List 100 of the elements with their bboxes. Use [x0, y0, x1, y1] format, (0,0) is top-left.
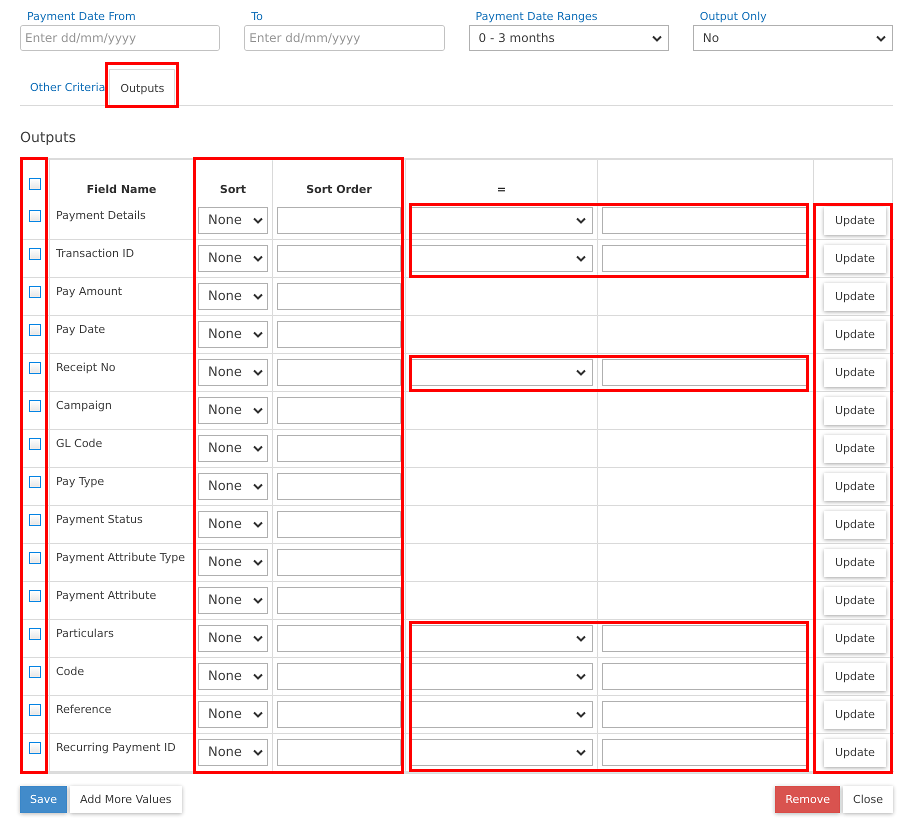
- section-title: Outputs: [20, 130, 77, 146]
- sort-select[interactable]: None: [198, 739, 268, 766]
- sort-select[interactable]: None: [198, 701, 268, 728]
- sort-order-field[interactable]: [277, 625, 401, 652]
- field-label: Payment Date From: [26, 9, 137, 25]
- action-button[interactable]: Add More Values: [70, 786, 182, 813]
- filter-value-field[interactable]: [602, 625, 809, 652]
- tab[interactable]: Outputs: [109, 69, 176, 106]
- date-field[interactable]: Enter dd/mm/yyyy: [244, 25, 444, 51]
- dropdown[interactable]: 0 - 3 months: [468, 25, 669, 51]
- filter-select[interactable]: [410, 245, 593, 272]
- row-checkbox[interactable]: [29, 248, 41, 260]
- sort-order-field[interactable]: [277, 359, 401, 386]
- filter-select[interactable]: [410, 663, 593, 690]
- column-header: Sort: [220, 183, 246, 196]
- update-button[interactable]: Update: [824, 548, 886, 576]
- sort-order-field[interactable]: [277, 245, 401, 272]
- filter-select[interactable]: [410, 207, 593, 234]
- row-checkbox[interactable]: [29, 628, 41, 640]
- chevron-icon: [253, 445, 263, 452]
- sort-select[interactable]: None: [198, 511, 268, 538]
- update-button[interactable]: Update: [824, 244, 886, 272]
- field-name: Pay Type: [56, 475, 104, 488]
- sort-order-field[interactable]: [277, 283, 401, 310]
- sort-order-field[interactable]: [277, 435, 401, 462]
- chevron-icon: [576, 673, 586, 680]
- row-checkbox[interactable]: [29, 476, 41, 488]
- date-field[interactable]: Enter dd/mm/yyyy: [20, 25, 220, 51]
- sort-select[interactable]: None: [198, 321, 268, 348]
- remove-button[interactable]: Remove: [775, 786, 840, 813]
- sort-select[interactable]: None: [198, 549, 268, 576]
- sort-order-field[interactable]: [277, 397, 401, 424]
- sort-order-field[interactable]: [277, 511, 401, 538]
- filter-select[interactable]: [410, 739, 593, 766]
- sort-order-field[interactable]: [277, 549, 401, 576]
- filter-value-field[interactable]: [602, 207, 809, 234]
- row-checkbox[interactable]: [29, 704, 41, 716]
- sort-order-field[interactable]: [277, 207, 401, 234]
- row-checkbox[interactable]: [29, 324, 41, 336]
- sort-order-field[interactable]: [277, 473, 401, 500]
- update-button[interactable]: Update: [824, 396, 886, 424]
- update-button[interactable]: Update: [824, 700, 886, 728]
- sort-order-field[interactable]: [277, 739, 401, 766]
- filter-value-field[interactable]: [602, 663, 809, 690]
- row-checkbox[interactable]: [29, 590, 41, 602]
- row-checkbox[interactable]: [29, 438, 41, 450]
- filter-value-field[interactable]: [602, 359, 809, 386]
- filter-value-field[interactable]: [602, 245, 809, 272]
- filter-value-field[interactable]: [602, 701, 809, 728]
- field-name: Particulars: [56, 627, 114, 640]
- update-button[interactable]: Update: [824, 662, 886, 690]
- chevron-icon: [253, 521, 263, 528]
- sort-select[interactable]: None: [198, 283, 268, 310]
- field-name: Campaign: [56, 399, 112, 412]
- update-button[interactable]: Update: [824, 282, 886, 310]
- filter-value-field[interactable]: [602, 739, 809, 766]
- sort-order-field[interactable]: [277, 663, 401, 690]
- update-button[interactable]: Update: [824, 320, 886, 348]
- sort-select[interactable]: None: [198, 435, 268, 462]
- chevron-icon: [576, 749, 586, 756]
- sort-select[interactable]: None: [198, 359, 268, 386]
- filter-select[interactable]: [410, 701, 593, 728]
- update-button[interactable]: Update: [824, 510, 886, 538]
- select-all-checkbox[interactable]: [29, 178, 41, 190]
- update-button[interactable]: Update: [824, 738, 886, 766]
- row-checkbox[interactable]: [29, 514, 41, 526]
- sort-select[interactable]: None: [198, 245, 268, 272]
- update-button[interactable]: Update: [824, 586, 886, 614]
- tab[interactable]: Other Criteria: [26, 69, 110, 105]
- sort-order-field[interactable]: [277, 587, 401, 614]
- row-checkbox[interactable]: [29, 666, 41, 678]
- save-button[interactable]: Save: [20, 786, 68, 813]
- update-button[interactable]: Update: [824, 434, 886, 462]
- sort-order-field[interactable]: [277, 321, 401, 348]
- sort-select[interactable]: None: [198, 587, 268, 614]
- update-button[interactable]: Update: [824, 358, 886, 386]
- row-checkbox[interactable]: [29, 286, 41, 298]
- sort-select[interactable]: None: [198, 207, 268, 234]
- row-checkbox[interactable]: [29, 362, 41, 374]
- filter-select[interactable]: [410, 359, 593, 386]
- chevron-icon: [253, 217, 263, 224]
- sort-order-field[interactable]: [277, 701, 401, 728]
- column-header: =: [496, 183, 506, 196]
- row-checkbox[interactable]: [29, 742, 41, 754]
- sort-select[interactable]: None: [198, 625, 268, 652]
- update-button[interactable]: Update: [824, 472, 886, 500]
- dropdown[interactable]: No: [692, 25, 893, 51]
- row-checkbox[interactable]: [29, 400, 41, 412]
- chevron-icon: [253, 635, 263, 642]
- row-checkbox[interactable]: [29, 552, 41, 564]
- sort-select[interactable]: None: [198, 397, 268, 424]
- sort-select[interactable]: None: [198, 473, 268, 500]
- action-button[interactable]: Close: [843, 786, 893, 813]
- filter-select[interactable]: [410, 625, 593, 652]
- row-checkbox[interactable]: [29, 210, 41, 222]
- update-button[interactable]: Update: [824, 624, 886, 652]
- field-name: Reference: [56, 703, 112, 716]
- sort-select[interactable]: None: [198, 663, 268, 690]
- chevron-icon: [253, 559, 263, 566]
- update-button[interactable]: Update: [824, 206, 886, 234]
